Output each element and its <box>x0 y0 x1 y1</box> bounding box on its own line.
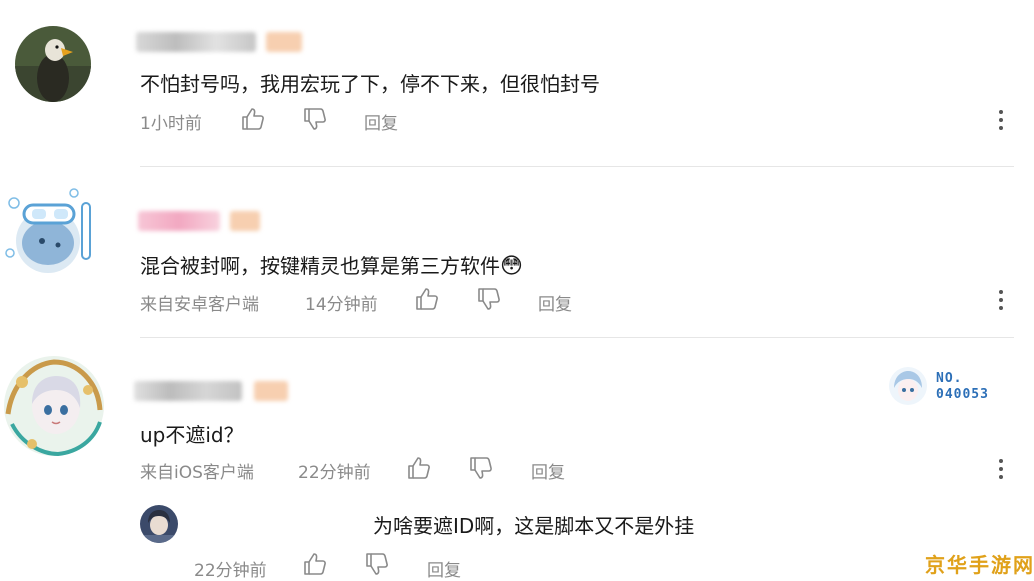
comment-text: 混合被封啊，按键精灵也算是第三方软件😳 <box>140 250 523 279</box>
avatar[interactable] <box>2 183 100 281</box>
username-blurred[interactable] <box>138 211 220 231</box>
user-level-badge <box>254 381 288 401</box>
reply-button[interactable]: 回复 <box>538 290 572 315</box>
divider <box>140 337 1014 338</box>
reply-time: 22分钟前 <box>194 561 267 581</box>
dislike-icon[interactable] <box>302 106 328 132</box>
more-options-icon[interactable] <box>998 459 1004 483</box>
comment-time: 22分钟前 <box>298 463 371 483</box>
fan-badge-number: 040053 <box>936 387 989 402</box>
username-blurred[interactable] <box>134 381 242 401</box>
dislike-icon[interactable] <box>468 455 494 481</box>
avatar[interactable] <box>2 354 106 458</box>
comment-time: 1小时前 <box>140 114 202 134</box>
divider <box>140 166 1014 167</box>
like-icon[interactable] <box>414 286 440 312</box>
avatar[interactable] <box>15 26 91 102</box>
reply-avatar[interactable] <box>140 505 178 543</box>
flushed-face-emoji-icon: 😳 <box>500 254 523 279</box>
more-options-icon[interactable] <box>998 110 1004 134</box>
comment-text: 不怕封号吗，我用宏玩了下，停不下来，但很怕封号 <box>140 72 600 96</box>
site-watermark: 京华手游网 <box>925 553 1034 577</box>
more-options-icon[interactable] <box>998 290 1004 314</box>
reply-button[interactable]: 回复 <box>531 458 565 483</box>
fan-badge-avatar <box>888 366 928 406</box>
user-level-badge <box>266 32 302 52</box>
like-icon[interactable] <box>302 551 328 577</box>
like-icon[interactable] <box>240 106 266 132</box>
dislike-icon[interactable] <box>476 286 502 312</box>
fan-badge-label: NO. 040053 <box>936 371 989 403</box>
client-source: 来自安卓客户端 <box>140 295 259 315</box>
like-icon[interactable] <box>406 455 432 481</box>
comment-text: up不遮id？ <box>140 423 244 447</box>
comment-time: 14分钟前 <box>305 295 378 315</box>
reply-text: 为啥要遮ID啊，这是脚本又不是外挂 <box>373 514 695 538</box>
fan-badge-line1: NO. <box>936 371 963 386</box>
dislike-icon[interactable] <box>364 551 390 577</box>
username-blurred[interactable] <box>136 32 256 52</box>
client-source: 来自iOS客户端 <box>140 463 254 483</box>
comment-text-content: 混合被封啊，按键精灵也算是第三方软件 <box>140 254 500 278</box>
user-level-badge <box>230 211 260 231</box>
reply-button[interactable]: 回复 <box>427 556 461 581</box>
reply-button[interactable]: 回复 <box>364 109 398 134</box>
